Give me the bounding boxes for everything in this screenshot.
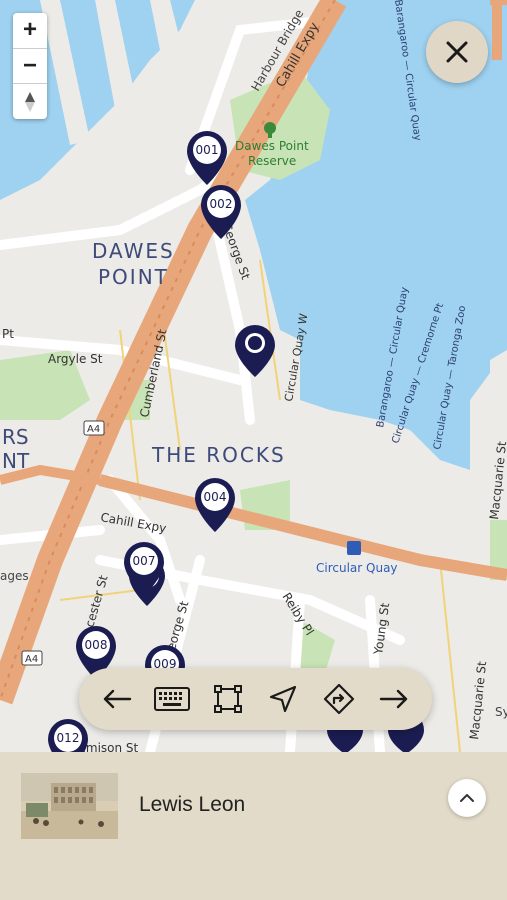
pin-label: 007 — [132, 554, 156, 568]
label-dawes: DAWES — [92, 239, 175, 263]
label-circular-quay: Circular Quay — [316, 561, 398, 575]
label-dawes-point-reserve: Dawes Point — [235, 139, 309, 153]
pin-label: 012 — [56, 731, 80, 745]
sheet-title: Lewis Leon — [139, 793, 246, 816]
keyboard-icon — [154, 687, 191, 711]
zoom-in-button[interactable]: + — [13, 13, 47, 49]
label-rs-left: RS — [2, 425, 29, 449]
navigate-button[interactable] — [263, 679, 303, 719]
pin-label: 004 — [203, 490, 227, 504]
pin-label: 008 — [84, 638, 108, 652]
select-frame-icon — [213, 685, 242, 713]
bottom-sheet: Lewis Leon — [0, 752, 507, 900]
map-pin[interactable]: 002 — [200, 184, 242, 240]
zoom-control: + − — [13, 13, 47, 119]
label-dawes-point-reserve-2: Reserve — [248, 154, 296, 168]
label-the-rocks: THE ROCKS — [151, 443, 286, 467]
label-a4-top: A4 — [87, 424, 100, 435]
label-ages-left: ages — [0, 569, 29, 583]
map-pin[interactable]: 004 — [194, 477, 236, 533]
map-pin[interactable]: 007 — [123, 541, 165, 597]
label-nt-left: NT — [2, 449, 30, 473]
forward-button[interactable] — [374, 679, 414, 719]
pin-label: 002 — [209, 197, 233, 211]
expand-button[interactable] — [448, 779, 486, 817]
select-area-button[interactable] — [208, 679, 248, 719]
artwork-thumbnail[interactable] — [21, 773, 118, 839]
map-toolbar — [79, 668, 432, 730]
label-sy-right: Sy — [495, 705, 507, 719]
back-arrow-icon — [103, 689, 131, 709]
close-icon — [446, 41, 468, 63]
forward-arrow-icon — [380, 689, 408, 709]
label-argyle-st: Argyle St — [48, 352, 103, 366]
compass-button[interactable] — [13, 84, 47, 119]
navigation-icon — [270, 685, 297, 713]
pin-label: 001 — [195, 143, 219, 157]
directions-button[interactable] — [319, 679, 359, 719]
close-button[interactable] — [426, 21, 488, 83]
keyboard-button[interactable] — [152, 679, 192, 719]
map-pin[interactable]: 012 — [47, 718, 89, 752]
directions-icon — [323, 683, 354, 715]
label-pt-left: Pt — [2, 327, 14, 341]
zoom-out-button[interactable]: − — [13, 49, 47, 85]
chevron-up-icon — [460, 794, 474, 802]
label-point: POINT — [98, 265, 169, 289]
map-pin[interactable]: 001 — [186, 130, 228, 186]
back-button[interactable] — [97, 679, 137, 719]
label-a4-bottom: A4 — [25, 654, 38, 665]
compass-icon — [25, 91, 35, 112]
